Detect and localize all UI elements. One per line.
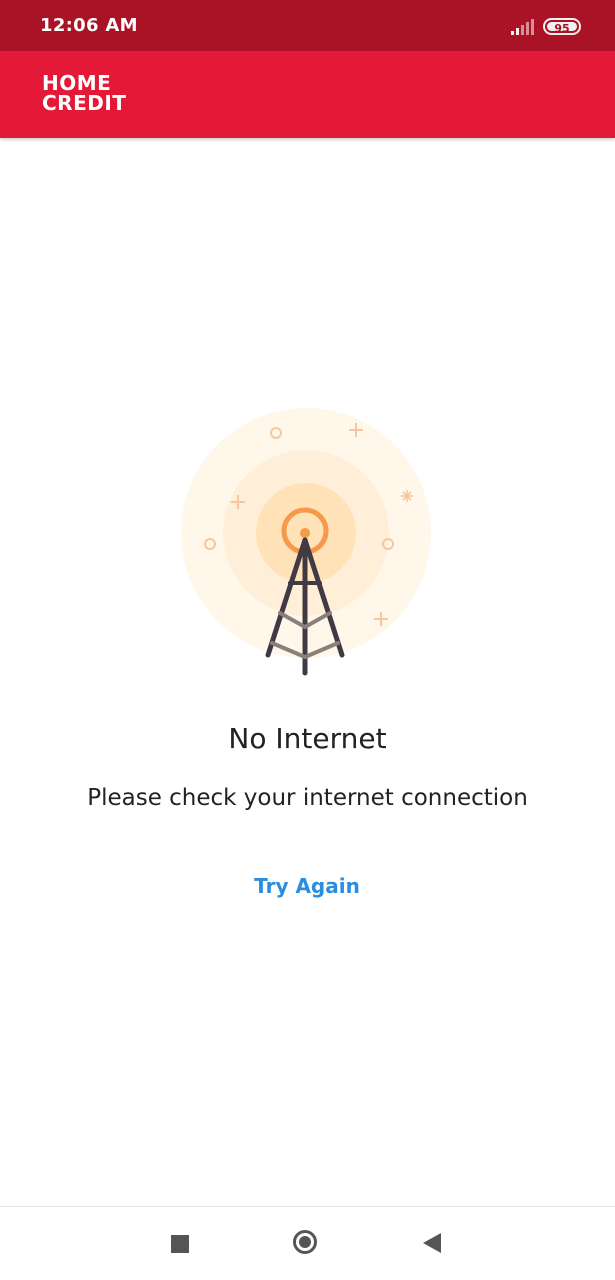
error-message: Please check your internet connection <box>87 785 528 811</box>
home-icon[interactable] <box>293 1230 317 1254</box>
illustration-fade <box>176 605 438 697</box>
app-bar: HOME CREDIT <box>0 51 615 138</box>
logo-line-credit: CREDIT <box>42 91 127 115</box>
try-again-button[interactable]: Try Again <box>227 866 387 906</box>
status-time: 12:06 AM <box>40 15 138 36</box>
battery-icon: 95 <box>543 18 581 35</box>
recent-apps-icon[interactable] <box>171 1235 189 1253</box>
screen: 12:06 AM 95 HOME CREDIT No Internet Plea… <box>0 0 615 1280</box>
battery-fill: 95 <box>547 22 577 35</box>
battery-level: 95 <box>554 22 570 35</box>
logo-line-home: HOME <box>42 71 112 95</box>
back-icon[interactable] <box>423 1233 441 1253</box>
error-title: No Internet <box>228 722 387 755</box>
home-credit-logo: HOME CREDIT <box>42 73 126 113</box>
status-bar: 12:06 AM 95 <box>0 0 615 51</box>
signal-icon <box>511 19 534 35</box>
home-icon-dot <box>299 1236 311 1248</box>
system-nav-bar <box>0 1206 615 1280</box>
tower-beacon-dot <box>300 528 310 538</box>
cell-tower-icon <box>176 408 438 697</box>
